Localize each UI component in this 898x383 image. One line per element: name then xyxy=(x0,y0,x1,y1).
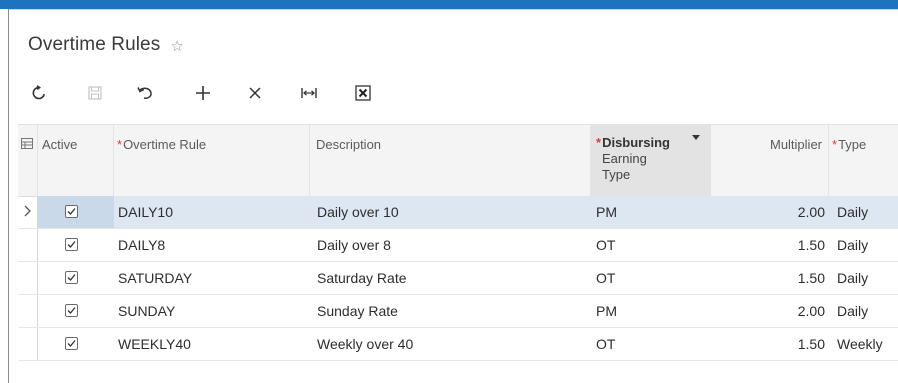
column-settings-button[interactable] xyxy=(18,125,38,196)
grid-header: Active *Overtime Rule Description *Disbu… xyxy=(18,124,898,197)
header-description-label: Description xyxy=(316,137,382,152)
cell-overtime-rule[interactable]: DAILY10 xyxy=(118,196,173,228)
cell-earning-type[interactable]: OT xyxy=(596,229,615,261)
cell-description[interactable]: Daily over 8 xyxy=(317,229,391,261)
cell-overtime-rule[interactable]: DAILY8 xyxy=(118,229,165,261)
cell-description[interactable]: Weekly over 40 xyxy=(317,328,413,360)
active-checkbox[interactable] xyxy=(65,205,78,218)
row-selector[interactable] xyxy=(18,196,38,228)
required-marker: * xyxy=(117,137,123,152)
fit-columns-button[interactable] xyxy=(296,78,322,108)
header-disbursing-earning-type[interactable]: *Disbursing Earning Type xyxy=(591,125,711,196)
column-settings-icon xyxy=(21,138,33,149)
active-checkbox[interactable] xyxy=(65,238,78,251)
fit-columns-icon xyxy=(301,88,317,98)
left-border xyxy=(8,9,9,383)
save-button[interactable] xyxy=(82,78,108,108)
cell-earning-type[interactable]: PM xyxy=(596,295,617,327)
checkmark-icon xyxy=(67,307,76,314)
title-row: Overtime Rules ☆ xyxy=(28,34,184,56)
cell-description[interactable]: Sunday Rate xyxy=(317,295,398,327)
table-row[interactable]: SUNDAY Sunday Rate PM 2.00 Daily xyxy=(18,295,898,328)
delete-icon xyxy=(249,87,261,99)
favorite-star-icon[interactable]: ☆ xyxy=(170,37,183,55)
active-checkbox[interactable] xyxy=(65,304,78,317)
cell-description[interactable]: Saturday Rate xyxy=(317,262,407,294)
refresh-icon xyxy=(32,85,45,100)
cell-type[interactable]: Weekly xyxy=(837,328,883,360)
header-type-label: Type xyxy=(838,137,867,152)
add-button[interactable] xyxy=(190,78,216,108)
cell-type[interactable]: Daily xyxy=(837,295,868,327)
top-divider xyxy=(9,9,898,10)
cell-type[interactable]: Daily xyxy=(837,196,868,228)
export-excel-button[interactable] xyxy=(350,78,376,108)
cell-multiplier[interactable]: 2.00 xyxy=(711,196,825,228)
cell-earning-type[interactable]: PM xyxy=(596,196,617,228)
refresh-button[interactable] xyxy=(26,78,52,108)
checkmark-icon xyxy=(67,241,76,248)
sort-descending-icon xyxy=(692,135,700,140)
header-type[interactable]: *Type xyxy=(829,125,898,196)
export-excel-icon xyxy=(355,85,371,101)
row-selector[interactable] xyxy=(18,295,38,327)
table-row[interactable]: WEEKLY40 Weekly over 40 OT 1.50 Weekly xyxy=(18,328,898,361)
required-marker: * xyxy=(832,137,838,152)
header-disbursing-line2: Earning xyxy=(602,151,647,166)
row-selector[interactable] xyxy=(18,262,38,294)
top-accent-bar xyxy=(0,0,898,9)
header-multiplier-label: Multiplier xyxy=(769,137,822,152)
active-checkbox[interactable] xyxy=(65,337,78,350)
row-selector[interactable] xyxy=(18,328,38,360)
cell-overtime-rule[interactable]: SUNDAY xyxy=(118,295,175,327)
cell-description[interactable]: Daily over 10 xyxy=(317,196,399,228)
cell-overtime-rule[interactable]: SATURDAY xyxy=(118,262,192,294)
cell-type[interactable]: Daily xyxy=(837,229,868,261)
cell-type[interactable]: Daily xyxy=(837,262,868,294)
header-multiplier[interactable]: Multiplier xyxy=(711,125,829,196)
cell-multiplier[interactable]: 2.00 xyxy=(711,295,825,327)
row-selector[interactable] xyxy=(18,229,38,261)
required-marker: * xyxy=(596,135,602,150)
cell-multiplier[interactable]: 1.50 xyxy=(711,328,825,360)
header-disbursing-line1: Disbursing xyxy=(602,135,670,150)
cell-multiplier[interactable]: 1.50 xyxy=(711,262,825,294)
undo-icon xyxy=(137,87,152,99)
cell-multiplier[interactable]: 1.50 xyxy=(711,229,825,261)
cell-overtime-rule[interactable]: WEEKLY40 xyxy=(118,328,191,360)
header-active-label: Active xyxy=(42,137,78,152)
checkmark-icon xyxy=(67,340,76,347)
header-disbursing-line3: Type xyxy=(602,167,631,182)
table-row[interactable]: DAILY10 Daily over 10 PM 2.00 Daily xyxy=(18,196,898,229)
header-overtime-rule-label: Overtime Rule xyxy=(123,137,207,152)
header-description[interactable]: Description xyxy=(310,125,591,196)
table-row[interactable]: SATURDAY Saturday Rate OT 1.50 Daily xyxy=(18,262,898,295)
table-row[interactable]: DAILY8 Daily over 8 OT 1.50 Daily xyxy=(18,229,898,262)
page-title: Overtime Rules xyxy=(28,34,161,55)
chevron-right-icon xyxy=(24,205,31,217)
header-active[interactable]: Active xyxy=(38,125,114,196)
add-icon xyxy=(196,86,210,100)
checkmark-icon xyxy=(67,274,76,281)
undo-button[interactable] xyxy=(132,78,158,108)
save-icon xyxy=(88,86,102,100)
checkmark-icon xyxy=(67,208,76,215)
cell-earning-type[interactable]: OT xyxy=(596,262,615,294)
header-overtime-rule[interactable]: *Overtime Rule xyxy=(114,125,310,196)
active-checkbox[interactable] xyxy=(65,271,78,284)
delete-button[interactable] xyxy=(242,78,268,108)
cell-earning-type[interactable]: OT xyxy=(596,328,615,360)
